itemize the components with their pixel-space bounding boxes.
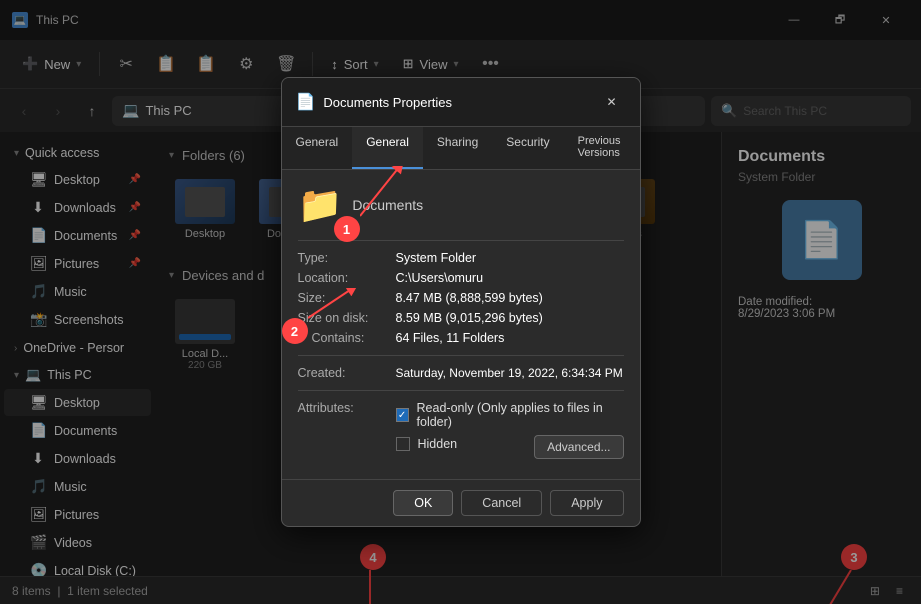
annotation-arrow-2: [308, 288, 378, 328]
attributes-label: Attributes:: [298, 401, 388, 415]
tab-general[interactable]: General: [352, 127, 423, 169]
properties-dialog: 📄 Documents Properties ✕ General General…: [281, 77, 641, 527]
contains-value: 64 Files, 11 Folders: [396, 331, 505, 345]
dialog-row-contains: Contains: 64 Files, 11 Folders: [298, 331, 624, 345]
dialog-overlay: 📄 Documents Properties ✕ General General…: [0, 0, 921, 604]
hidden-label: Hidden: [418, 437, 458, 451]
dialog-row-type: Type: System Folder: [298, 251, 624, 265]
readonly-checkbox[interactable]: ✓: [396, 408, 409, 422]
annotation-circle-2: 2: [282, 318, 308, 344]
annotation-1: 1: [334, 216, 360, 242]
tab-sharing[interactable]: Sharing: [423, 127, 492, 169]
location-label: Location:: [298, 271, 388, 285]
dialog-close-button[interactable]: ✕: [598, 88, 626, 116]
readonly-label: Read-only (Only applies to files in fold…: [417, 401, 624, 429]
dialog-tabs: General General Sharing Security Previou…: [282, 127, 640, 170]
apply-button[interactable]: Apply: [550, 490, 623, 516]
hidden-checkbox[interactable]: [396, 437, 410, 451]
location-value: C:\Users\omuru: [396, 271, 484, 285]
tab-location[interactable]: General: [282, 127, 353, 169]
type-value: System Folder: [396, 251, 477, 265]
created-label: Created:: [298, 366, 388, 380]
size-on-disk-value: 8.59 MB (9,015,296 bytes): [396, 311, 543, 325]
cancel-button[interactable]: Cancel: [461, 490, 542, 516]
tab-customize[interactable]: Customize: [634, 127, 640, 169]
tab-prev-versions[interactable]: Previous Versions: [564, 127, 635, 169]
attributes-controls: ✓ Read-only (Only applies to files in fo…: [396, 401, 624, 459]
dialog-sep-3: [298, 390, 624, 391]
annotation-2: 2: [282, 318, 308, 344]
ok-button[interactable]: OK: [393, 490, 453, 516]
dialog-row-created: Created: Saturday, November 19, 2022, 6:…: [298, 366, 624, 380]
dialog-title-left: 📄 Documents Properties: [296, 92, 453, 112]
created-value: Saturday, November 19, 2022, 6:34:34 PM: [396, 366, 623, 380]
type-label: Type:: [298, 251, 388, 265]
tab-security[interactable]: Security: [492, 127, 563, 169]
dialog-titlebar: 📄 Documents Properties ✕: [282, 78, 640, 127]
dialog-title: Documents Properties: [323, 95, 452, 110]
hidden-row: Hidden Advanced...: [396, 435, 624, 459]
annotation-circle-1: 1: [334, 216, 360, 242]
dialog-row-location: Location: C:\Users\omuru: [298, 271, 624, 285]
contains-label: Contains:: [298, 331, 388, 345]
dialog-sep-2: [298, 355, 624, 356]
advanced-button[interactable]: Advanced...: [534, 435, 623, 459]
dialog-row-attributes: Attributes: ✓ Read-only (Only applies to…: [298, 401, 624, 459]
dialog-folder-icon: 📄: [296, 92, 316, 112]
dialog-footer: OK Cancel Apply: [282, 479, 640, 526]
annotation-arrow-1: [360, 166, 440, 226]
readonly-row: ✓ Read-only (Only applies to files in fo…: [396, 401, 624, 429]
size-value: 8.47 MB (8,888,599 bytes): [396, 291, 543, 305]
